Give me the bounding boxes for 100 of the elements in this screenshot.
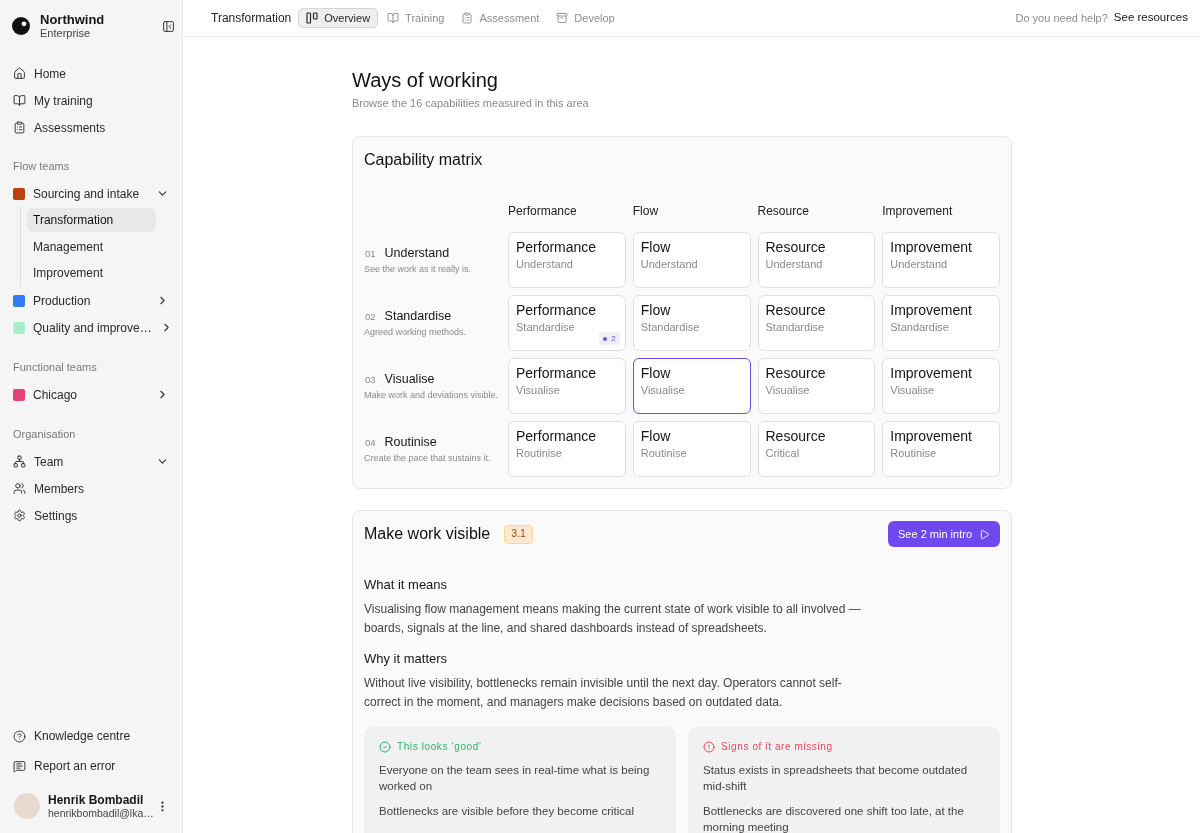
clipboard-icon bbox=[461, 12, 474, 24]
help-text: Do you need help? bbox=[1015, 10, 1108, 26]
clipboard-icon bbox=[13, 121, 26, 134]
users-icon bbox=[13, 482, 26, 495]
sidebar-subitem[interactable]: Transformation bbox=[27, 208, 156, 232]
capability-card[interactable]: Flow Understand bbox=[632, 232, 751, 288]
dot-icon bbox=[603, 336, 608, 341]
sidebar-item[interactable]: Members bbox=[0, 475, 182, 502]
sidebar-item[interactable]: Sourcing and intake bbox=[0, 180, 182, 207]
card-subtitle: Routinise bbox=[516, 446, 562, 460]
page-subtitle: Browse the 16 capabilities measured in this area bbox=[352, 96, 590, 111]
card-subtitle: Visualise bbox=[765, 383, 810, 397]
row-number: 02 bbox=[364, 309, 376, 324]
network-icon bbox=[13, 455, 26, 468]
capability-card[interactable]: Performance Standardise 2 bbox=[508, 295, 626, 351]
card-title: Performance bbox=[516, 238, 597, 256]
sidebar-item[interactable]: Settings bbox=[0, 502, 182, 529]
column-header: Performance bbox=[508, 203, 577, 219]
brand-subtitle: Enterprise bbox=[40, 26, 92, 40]
card-subtitle: Understand bbox=[765, 257, 823, 271]
play-icon bbox=[979, 528, 990, 540]
page-title: Ways of working bbox=[352, 68, 499, 93]
sidebar-item[interactable]: Production bbox=[0, 287, 182, 314]
intro-video-button[interactable]: See 2 min intro bbox=[888, 521, 1000, 547]
section-label: Functional teams bbox=[12, 360, 98, 374]
card-subtitle: Understand bbox=[640, 257, 698, 271]
breadcrumb-title: Transformation bbox=[211, 10, 292, 27]
sidebar-item[interactable]: Team bbox=[0, 448, 182, 475]
row-title: Understand bbox=[384, 244, 450, 261]
user-email: henrikbombadil@lka… bbox=[48, 806, 154, 820]
card-title: Improvement bbox=[890, 301, 972, 319]
capability-card[interactable]: Flow Visualise bbox=[632, 358, 751, 414]
sidebar-item[interactable]: My training bbox=[0, 87, 182, 114]
capability-card[interactable]: Flow Routinise bbox=[632, 421, 751, 477]
card-title: Flow bbox=[640, 301, 671, 319]
capability-card[interactable]: Performance Routinise bbox=[508, 421, 626, 477]
capability-card[interactable]: Improvement Routinise bbox=[882, 421, 1000, 477]
sidebar-item[interactable]: Quality and improve… bbox=[0, 314, 182, 341]
tab[interactable]: Overview bbox=[298, 8, 379, 28]
section-label: Organisation bbox=[12, 427, 77, 441]
tab[interactable]: Assessment bbox=[453, 8, 548, 28]
capability-card[interactable]: Resource Visualise bbox=[757, 358, 876, 414]
alert-circle-icon bbox=[703, 741, 715, 753]
capability-card[interactable]: Improvement Understand bbox=[882, 232, 1000, 288]
logo-icon bbox=[12, 17, 30, 35]
card-title: Improvement bbox=[890, 364, 972, 382]
sidebar-item[interactable]: Home bbox=[0, 60, 182, 87]
row-description: See the work as it really is. bbox=[364, 262, 473, 276]
capability-card[interactable]: Resource Understand bbox=[757, 232, 876, 288]
avatar-placeholder bbox=[14, 793, 40, 819]
capability-card[interactable]: Improvement Visualise bbox=[882, 358, 1000, 414]
sidebar-subitem[interactable]: Management bbox=[27, 234, 156, 259]
sidebar-item[interactable]: Chicago bbox=[0, 381, 182, 408]
card-title: Make work visible bbox=[364, 524, 491, 544]
card-title: Performance bbox=[516, 364, 597, 382]
user-name: Henrik Bombadil bbox=[48, 792, 145, 807]
sidebar-subitem[interactable]: Improvement bbox=[27, 261, 156, 285]
card-title: Improvement bbox=[890, 427, 972, 445]
sidebar-item[interactable]: Assessments bbox=[0, 114, 182, 141]
card-title: Improvement bbox=[890, 238, 972, 256]
help-circle-icon bbox=[13, 729, 26, 743]
row-number: 04 bbox=[364, 435, 376, 450]
section-label: Flow teams bbox=[12, 159, 71, 173]
tab[interactable]: Training bbox=[379, 8, 453, 28]
card-title: Resource bbox=[765, 427, 826, 445]
tab[interactable]: Develop bbox=[548, 8, 623, 28]
column-header: Improvement bbox=[882, 203, 953, 219]
capability-card[interactable]: Flow Standardise bbox=[632, 295, 751, 351]
archive-icon bbox=[556, 12, 569, 24]
book-icon bbox=[13, 94, 26, 107]
capability-card[interactable]: Performance Understand bbox=[508, 232, 626, 288]
card-subtitle: Standardise bbox=[640, 320, 700, 334]
criteria-item: Bottlenecks are visible before they become critical bbox=[379, 804, 636, 819]
section-heading: What it means bbox=[364, 576, 449, 594]
row-title: Visualise bbox=[384, 370, 435, 387]
row-description: Create the pace that sustains it. bbox=[364, 451, 492, 465]
card-title: Capability matrix bbox=[364, 150, 484, 170]
house-icon bbox=[13, 67, 26, 80]
columns-icon bbox=[306, 12, 319, 24]
panel-heading: This looks ‘good’ bbox=[397, 740, 482, 754]
capability-card[interactable]: Resource Standardise bbox=[757, 295, 876, 351]
capability-card[interactable]: Performance Visualise bbox=[508, 358, 626, 414]
capability-card[interactable]: Improvement Standardise bbox=[882, 295, 1000, 351]
row-description: Agreed working methods. bbox=[364, 325, 468, 339]
sidebar-item[interactable]: Knowledge centre bbox=[0, 721, 182, 751]
column-header: Resource bbox=[757, 203, 809, 219]
card-title: Performance bbox=[516, 427, 597, 445]
card-title: Flow bbox=[640, 364, 671, 382]
row-title: Routinise bbox=[384, 433, 437, 450]
card-title: Flow bbox=[640, 238, 671, 256]
capability-card[interactable]: Resource Critical bbox=[757, 421, 876, 477]
sidebar-item[interactable]: Report an error bbox=[0, 751, 182, 781]
see-resources-link[interactable]: See resources bbox=[1113, 9, 1188, 27]
card-title: Resource bbox=[765, 301, 826, 319]
card-subtitle: Routinise bbox=[640, 446, 687, 460]
collapse-sidebar-button[interactable] bbox=[161, 19, 175, 33]
card-subtitle: Standardise bbox=[890, 320, 949, 334]
panel-left-icon bbox=[161, 19, 175, 33]
card-title: Performance bbox=[516, 301, 597, 319]
card-subtitle: Standardise bbox=[765, 320, 825, 334]
